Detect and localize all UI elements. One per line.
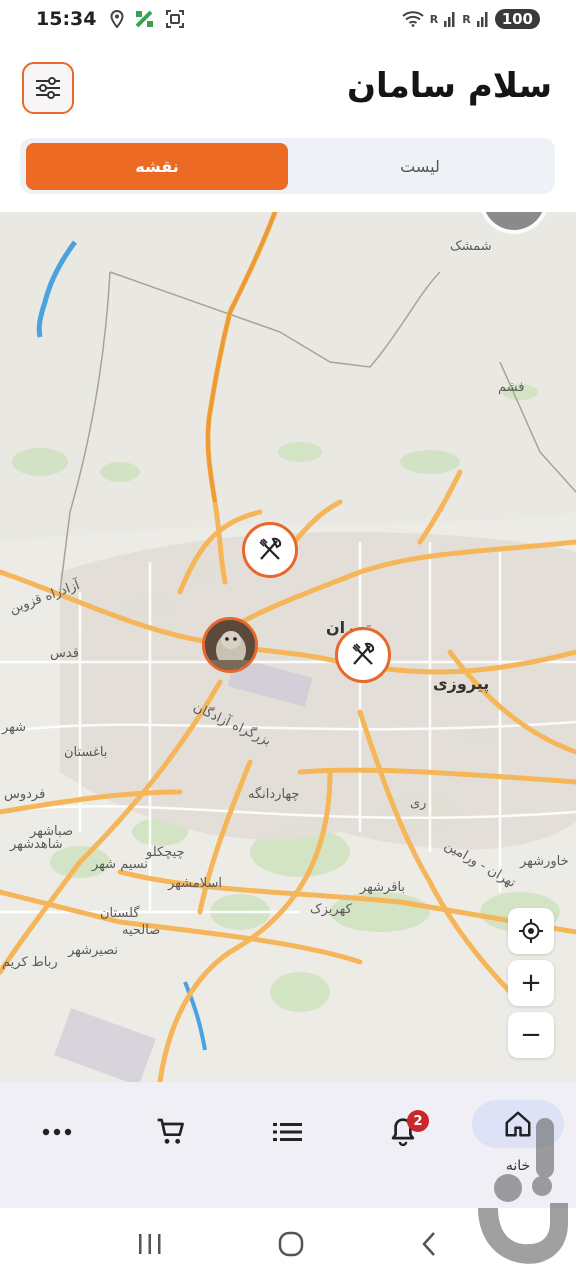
tab-list[interactable]: لیست — [291, 143, 549, 190]
map-label: رباط کریم — [2, 955, 58, 970]
signal-bars-icon — [476, 12, 488, 27]
map-label: صالحیه — [122, 923, 161, 938]
nav-list[interactable] — [258, 1102, 318, 1162]
map-label: پیروزی — [433, 674, 490, 693]
user-photo-pin[interactable] — [202, 617, 258, 673]
status-right-icons: R R 100 — [402, 9, 540, 29]
list-icon — [273, 1123, 302, 1141]
app-screen: 15:34 R R 100 سلام سامان نقشه لیست شمشک … — [0, 0, 576, 1280]
wifi-icon — [402, 11, 424, 27]
fake-gps-icon — [136, 10, 154, 28]
more-dots-icon — [42, 1128, 72, 1136]
pin-photo-image — [205, 620, 255, 670]
map-label: شهر — [2, 720, 27, 735]
gear-icon — [498, 212, 530, 215]
home-circle-icon[interactable] — [277, 1230, 305, 1258]
nav-notifications[interactable]: 2 — [373, 1102, 433, 1162]
filter-button[interactable] — [22, 62, 74, 114]
map-label: ری — [410, 796, 427, 811]
status-left-icons — [110, 9, 185, 29]
back-icon[interactable] — [419, 1230, 439, 1258]
sliders-icon — [36, 77, 60, 99]
restaurant-pin[interactable] — [335, 627, 391, 683]
map-label: خاورشهر — [520, 854, 569, 869]
nav-cart[interactable] — [141, 1102, 201, 1162]
status-bar: 15:34 R R 100 — [0, 0, 576, 38]
map-label: باقرشهر — [360, 880, 406, 895]
screenshot-icon — [166, 10, 185, 28]
map-label: قدس — [50, 646, 79, 661]
map-label: چیچکلو — [146, 845, 185, 860]
page-title: سلام سامان — [346, 66, 552, 106]
map-label: شمشک — [450, 239, 492, 254]
signal-2-label: R — [462, 12, 471, 26]
map-label: فردوس — [4, 787, 46, 802]
map-label: فشم — [498, 380, 525, 395]
map-label: نصیرشهر — [68, 943, 119, 958]
bottom-navigation: 2 خانه — [0, 1082, 576, 1208]
restaurant-pin[interactable] — [242, 522, 298, 578]
app-header: سلام سامان — [0, 62, 576, 116]
map-label: چهاردانگه — [248, 787, 300, 802]
map-label: باغستان — [64, 745, 108, 760]
crosshair-icon — [519, 919, 543, 943]
signal-bars-icon — [444, 12, 455, 27]
signal-indicator-2: R — [462, 13, 470, 26]
locate-me-button[interactable] — [508, 908, 554, 954]
map-view[interactable]: شمشک فشم آزادراه قزوین تهران پیروزی قدس … — [0, 212, 576, 1082]
zoom-in-label: + — [520, 968, 542, 998]
fork-knife-icon — [259, 537, 282, 560]
zoom-out-button[interactable]: − — [508, 1012, 554, 1058]
signal-indicator-1: R — [430, 13, 438, 26]
notification-badge: 2 — [407, 1110, 429, 1132]
tab-map[interactable]: نقشه — [26, 143, 288, 190]
system-navigation-bar — [0, 1208, 576, 1280]
recent-apps-icon[interactable] — [137, 1232, 163, 1256]
nav-home-label: خانه — [505, 1158, 531, 1174]
fork-knife-icon — [352, 642, 375, 665]
status-time: 15:34 — [36, 8, 97, 30]
view-toggle: نقشه لیست — [20, 138, 555, 194]
nav-more[interactable] — [27, 1102, 87, 1162]
home-icon — [505, 1111, 531, 1137]
zoom-out-label: − — [520, 1020, 542, 1050]
signal-1-label: R — [429, 12, 439, 26]
nav-home[interactable] — [472, 1100, 564, 1148]
map-label: اسلامشهر — [168, 876, 222, 891]
zoom-in-button[interactable]: + — [508, 960, 554, 1006]
map-label: کهریزک — [310, 902, 352, 917]
map-label: شاهدشهر — [10, 837, 63, 852]
location-icon — [110, 10, 124, 28]
map-label: گلستان — [100, 906, 140, 921]
map-label: نسیم شهر — [92, 857, 148, 872]
battery-indicator: 100 — [494, 9, 540, 29]
cart-icon — [157, 1118, 184, 1144]
